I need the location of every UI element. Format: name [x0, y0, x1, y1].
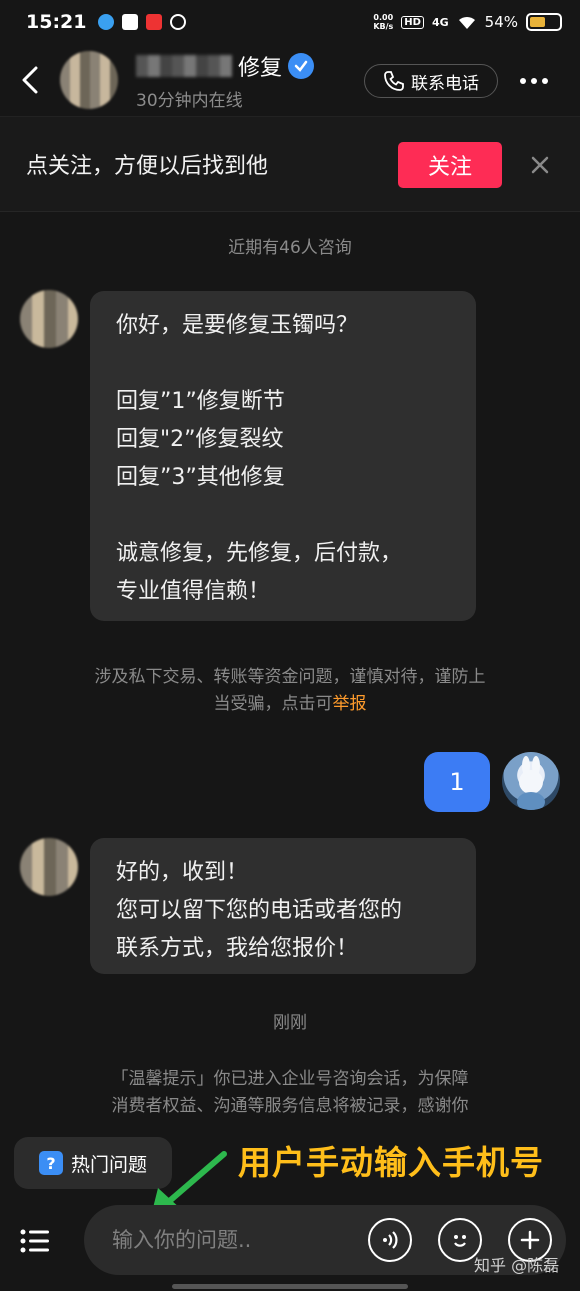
- report-link[interactable]: 举报: [333, 694, 367, 714]
- consult-count-note: 近期有46人咨询: [228, 238, 352, 258]
- user-avatar[interactable]: [502, 752, 560, 810]
- message-line: 诚意修复，先修复，后付款，: [116, 541, 403, 566]
- follow-bar: 点关注，方便以后找到他 关注: [0, 116, 580, 212]
- service-tip-line: 消费者权益、沟通等服务信息将被记录，感谢你: [111, 1096, 469, 1116]
- signal-icon: 4G: [431, 15, 449, 29]
- message-bubble-greeting[interactable]: 你好，是要修复玉镯吗？ 回复”1”修复断节 回复"2”修复裂纹 回复”3”其他修…: [90, 291, 476, 621]
- contact-phone-label: 联系电话: [411, 73, 479, 94]
- notification-icons: [98, 14, 187, 30]
- home-indicator[interactable]: [172, 1284, 408, 1289]
- battery-percent: 54%: [484, 13, 518, 31]
- follow-button[interactable]: 关注: [398, 142, 502, 188]
- phone-icon: [384, 71, 404, 91]
- message-line: 专业值得信赖！: [116, 579, 271, 604]
- battery-fill: [530, 17, 546, 27]
- message-line: 回复”1”修复断节: [116, 389, 285, 414]
- voice-icon: [383, 1231, 398, 1249]
- message-line: [116, 497, 450, 535]
- message-line: [116, 345, 450, 383]
- chat-header: 修复 30分钟内在线 联系电话: [0, 44, 580, 116]
- chevron-left-icon: [22, 66, 38, 94]
- annotation-text: 用户手动输入手机号: [238, 1143, 544, 1182]
- timestamp: 刚刚: [273, 1013, 307, 1033]
- message-bubble-received[interactable]: 好的，收到！ 您可以留下您的电话或者您的 联系方式，我给您报价！: [90, 838, 476, 974]
- message-line: 回复”3”其他修复: [116, 465, 285, 490]
- message-input[interactable]: [112, 1205, 352, 1275]
- qq-icon: [98, 14, 115, 30]
- app-icon: [170, 14, 187, 30]
- service-tip-line: 「温馨提示」你已进入企业号咨询会话，为保障: [111, 1069, 469, 1089]
- close-icon[interactable]: [528, 153, 552, 177]
- emoji-icon: [454, 1235, 466, 1247]
- status-bar: 15:21 0.00 KB/s HD 4G 54%: [0, 0, 580, 44]
- sender-avatar[interactable]: [20, 838, 78, 896]
- status-time: 15:21: [26, 11, 87, 33]
- message-line: 回复"2”修复裂纹: [116, 427, 284, 452]
- question-icon: ?: [38, 1151, 63, 1175]
- safety-warning-text: 涉及私下交易、转账等资金问题，谨慎对待，谨防上当受骗，点击可: [94, 667, 486, 714]
- sender-avatar[interactable]: [20, 290, 78, 348]
- shopping-icon: [146, 14, 163, 30]
- more-dot-icon: [520, 78, 526, 84]
- contact-name: 修复: [238, 55, 283, 81]
- voice-button[interactable]: [368, 1218, 412, 1262]
- battery-icon: [526, 13, 562, 31]
- watermark: 知乎 @陈磊: [474, 1256, 560, 1275]
- blurred-name: [136, 54, 232, 77]
- more-options-button[interactable]: [512, 64, 556, 98]
- follow-prompt: 点关注，方便以后找到他: [26, 154, 269, 179]
- message-line: 联系方式，我给您报价！: [116, 936, 359, 961]
- back-button[interactable]: [0, 44, 60, 116]
- online-status: 30分钟内在线: [136, 90, 243, 111]
- contact-phone-button[interactable]: 联系电话: [364, 64, 498, 98]
- message-line: 您可以留下您的电话或者您的: [116, 898, 403, 923]
- more-dot-icon: [542, 78, 548, 84]
- wifi-icon: [458, 16, 475, 29]
- verified-icon: [288, 52, 315, 79]
- network-speed: 0.00 KB/s: [373, 13, 394, 31]
- message-line: 好的，收到！: [116, 860, 249, 885]
- plus-icon: [520, 1230, 540, 1250]
- taobao-icon: [122, 14, 139, 30]
- message-line: 你好，是要修复玉镯吗？: [116, 313, 359, 338]
- user-message-bubble[interactable]: 1: [424, 752, 490, 812]
- safety-warning: 涉及私下交易、转账等资金问题，谨慎对待，谨防上当受骗，点击可举报: [90, 664, 490, 718]
- more-dot-icon: [531, 78, 537, 84]
- hd-badge: HD: [401, 15, 424, 29]
- menu-list-icon[interactable]: [18, 1224, 52, 1258]
- contact-info[interactable]: 修复 30分钟内在线: [136, 50, 315, 111]
- service-tip: 「温馨提示」你已进入企业号咨询会话，为保障 消费者权益、沟通等服务信息将被记录，…: [60, 1066, 520, 1120]
- contact-avatar[interactable]: [60, 51, 118, 109]
- bunny-avatar-icon: [517, 756, 545, 810]
